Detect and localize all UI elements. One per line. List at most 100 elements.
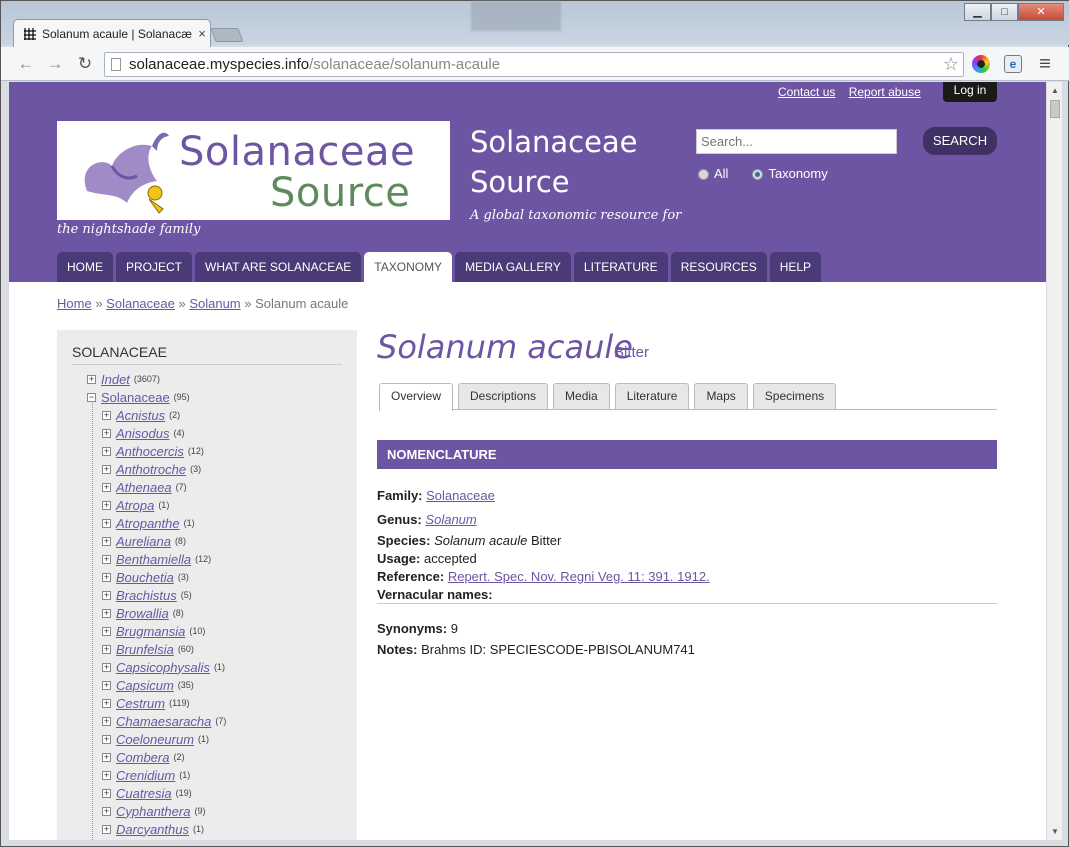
expand-icon[interactable]: +	[102, 608, 111, 618]
expand-icon[interactable]: +	[102, 698, 111, 708]
tree-link[interactable]: Cyphanthera	[116, 804, 190, 819]
expand-icon[interactable]: +	[102, 482, 111, 492]
nav-item-taxonomy[interactable]: TAXONOMY	[364, 252, 453, 282]
expand-icon[interactable]: +	[102, 410, 111, 420]
expand-icon[interactable]: +	[102, 824, 111, 834]
expand-icon[interactable]: +	[87, 374, 96, 384]
window-close-button[interactable]: ✕	[1018, 3, 1064, 21]
nav-item-resources[interactable]: RESOURCES	[670, 252, 767, 282]
nav-item-project[interactable]: PROJECT	[116, 252, 193, 282]
tree-link[interactable]: Brugmansia	[116, 624, 185, 639]
back-button[interactable]: ←	[15, 53, 37, 75]
tree-link[interactable]: Coeloneurum	[116, 732, 194, 747]
tab-maps[interactable]: Maps	[694, 383, 748, 409]
tree-link[interactable]: Crenidium	[116, 768, 175, 783]
expand-icon[interactable]: +	[102, 536, 111, 546]
expand-icon[interactable]: +	[102, 788, 111, 798]
breadcrumb-genus[interactable]: Solanum	[189, 296, 240, 311]
reference-link[interactable]: Repert. Spec. Nov. Regni Veg. 11: 391. 1…	[448, 569, 710, 584]
radio-option-taxonomy[interactable]: Taxonomy	[752, 166, 828, 181]
tree-link[interactable]: Cuatresia	[116, 786, 172, 801]
tree-link[interactable]: Anthotroche	[116, 462, 186, 477]
tree-link[interactable]: Bouchetia	[116, 570, 174, 585]
tab-media[interactable]: Media	[553, 383, 610, 409]
expand-icon[interactable]: +	[102, 644, 111, 654]
expand-icon[interactable]: +	[102, 464, 111, 474]
site-name[interactable]: Solanaceae Source	[470, 122, 638, 202]
breadcrumb-home[interactable]: Home	[57, 296, 92, 311]
expand-icon[interactable]: +	[102, 554, 111, 564]
expand-icon[interactable]: +	[102, 662, 111, 672]
expand-icon[interactable]: +	[102, 428, 111, 438]
tree-link[interactable]: Brunfelsia	[116, 642, 174, 657]
tree-link[interactable]: Indet	[101, 372, 130, 387]
expand-icon[interactable]: +	[102, 734, 111, 744]
breadcrumb-family[interactable]: Solanaceae	[106, 296, 175, 311]
tree-link[interactable]: Cestrum	[116, 696, 165, 711]
reload-button[interactable]: ↻	[74, 53, 96, 75]
color-wheel-extension-icon[interactable]	[972, 55, 990, 73]
minimize-button[interactable]: ▁	[964, 3, 991, 21]
bookmark-star-icon[interactable]: ☆	[943, 53, 959, 76]
expand-icon[interactable]: +	[102, 572, 111, 582]
tree-link[interactable]: Darcyanthus	[116, 822, 189, 837]
radio-option-all[interactable]: All	[698, 166, 728, 181]
tree-link[interactable]: Aureliana	[116, 534, 171, 549]
nav-item-home[interactable]: HOME	[57, 252, 113, 282]
tree-link[interactable]: Athenaea	[116, 480, 172, 495]
maximize-button[interactable]: □	[991, 3, 1018, 21]
tree-link[interactable]: Anthocercis	[116, 444, 184, 459]
tree-link[interactable]: Acnistus	[116, 408, 165, 423]
radio-taxonomy[interactable]	[752, 169, 764, 180]
expand-icon[interactable]: +	[102, 680, 111, 690]
nav-item-literature[interactable]: LITERATURE	[573, 252, 668, 282]
report-abuse-link[interactable]: Report abuse	[849, 85, 921, 99]
expand-icon[interactable]: +	[102, 518, 111, 528]
tab-literature[interactable]: Literature	[614, 383, 690, 409]
expand-icon[interactable]: +	[102, 590, 111, 600]
expand-icon[interactable]: +	[102, 500, 111, 510]
expand-icon[interactable]: +	[102, 752, 111, 762]
tab-overview[interactable]: Overview	[379, 383, 454, 411]
tab-close-icon[interactable]: ×	[194, 26, 210, 41]
tree-link[interactable]: Browallia	[116, 606, 169, 621]
tree-link[interactable]: Brachistus	[116, 588, 177, 603]
tab-descriptions[interactable]: Descriptions	[458, 383, 549, 409]
nav-item-media-gallery[interactable]: MEDIA GALLERY	[455, 252, 571, 282]
tree-link[interactable]: Anisodus	[116, 426, 169, 441]
collapse-icon[interactable]: −	[87, 392, 96, 402]
genus-link[interactable]: Solanum	[425, 512, 476, 527]
browser-tab[interactable]: Solanum acaule | Solanacæ ×	[13, 19, 211, 47]
search-input[interactable]	[696, 129, 897, 154]
radio-all[interactable]	[698, 169, 709, 180]
contact-us-link[interactable]: Contact us	[778, 85, 835, 99]
nav-item-help[interactable]: HELP	[769, 252, 822, 282]
expand-icon[interactable]: +	[102, 770, 111, 780]
login-button[interactable]: Log in	[943, 82, 997, 102]
tree-link[interactable]: Chamaesaracha	[116, 714, 211, 729]
scroll-up-icon[interactable]: ▲	[1051, 86, 1059, 95]
expand-icon[interactable]: +	[102, 626, 111, 636]
expand-icon[interactable]: +	[102, 806, 111, 816]
chrome-menu-icon[interactable]: ≡	[1034, 53, 1056, 75]
address-bar[interactable]: solanaceae.myspecies.info/solanaceae/sol…	[104, 52, 964, 77]
forward-button[interactable]: →	[44, 53, 66, 75]
tree-link[interactable]: Benthamiella	[116, 552, 191, 567]
new-tab-button[interactable]	[210, 28, 244, 42]
scrollbar-thumb[interactable]	[1050, 100, 1060, 118]
ie-tab-extension-icon[interactable]: e	[1004, 55, 1022, 73]
family-link[interactable]: Solanaceae	[426, 488, 495, 503]
scroll-down-icon[interactable]: ▼	[1051, 827, 1059, 836]
nav-item-what-are-solanaceae[interactable]: WHAT ARE SOLANACEAE	[195, 252, 362, 282]
tree-link[interactable]: Capsicum	[116, 678, 174, 693]
expand-icon[interactable]: +	[102, 716, 111, 726]
tree-link[interactable]: Combera	[116, 750, 169, 765]
tree-link[interactable]: Capsicophysalis	[116, 660, 210, 675]
tree-link[interactable]: Solanaceae	[101, 390, 170, 405]
tree-link[interactable]: Atropa	[116, 498, 154, 513]
tree-link[interactable]: Atropanthe	[116, 516, 180, 531]
search-button[interactable]: SEARCH	[923, 127, 997, 155]
site-logo[interactable]: Solanaceae Source	[57, 121, 450, 220]
expand-icon[interactable]: +	[102, 446, 111, 456]
vertical-scrollbar[interactable]: ▲ ▼	[1046, 82, 1062, 840]
